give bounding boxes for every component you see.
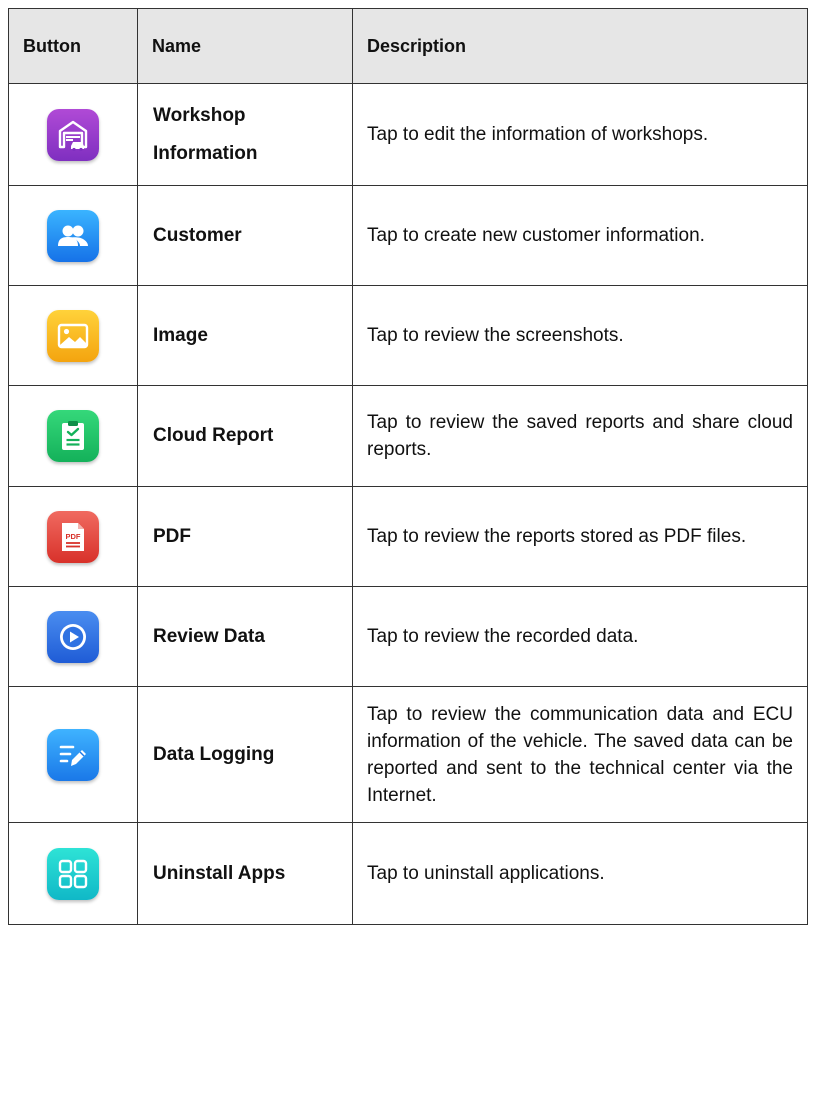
- cloud-report-icon[interactable]: [47, 410, 99, 462]
- row-description: Tap to create new customer information.: [352, 185, 808, 286]
- row-description: Tap to uninstall applications.: [352, 822, 808, 925]
- row-name: Uninstall Apps: [137, 822, 353, 925]
- row-description: Tap to review the saved reports and shar…: [352, 385, 808, 487]
- customer-icon[interactable]: [47, 209, 99, 262]
- row-name: Cloud Report: [137, 385, 353, 487]
- image-icon[interactable]: [47, 309, 99, 362]
- row-description: Tap to review the recorded data.: [352, 586, 808, 687]
- row-name-line-1: Workshop: [153, 104, 246, 126]
- table-row: Review Data Tap to review the recorded d…: [8, 586, 808, 687]
- row-name: Customer: [137, 185, 353, 286]
- row-description: Tap to review the communication data and…: [352, 686, 808, 823]
- column-header-name: Name: [137, 8, 353, 84]
- row-description: Tap to review the screenshots.: [352, 285, 808, 386]
- pdf-icon[interactable]: PDF: [47, 510, 99, 563]
- row-name: Image: [137, 285, 353, 386]
- table-row: Customer Tap to create new customer info…: [8, 185, 808, 286]
- table-header-row: Button Name Description: [8, 8, 808, 84]
- workshop-icon[interactable]: [47, 108, 99, 161]
- table-row: Uninstall Apps Tap to uninstall applicat…: [8, 822, 808, 925]
- pdf-icon-label: PDF: [66, 532, 81, 541]
- column-header-button: Button: [8, 8, 138, 84]
- row-name-line-2: Information: [153, 142, 258, 164]
- row-description: Tap to edit the information of workshops…: [352, 83, 808, 186]
- button-description-table: Button Name Description Workshop Informa…: [8, 8, 808, 925]
- row-name: Review Data: [137, 586, 353, 687]
- row-description: Tap to review the reports stored as PDF …: [352, 486, 808, 587]
- table-row: Data Logging Tap to review the communica…: [8, 686, 808, 823]
- table-row: Workshop Information Tap to edit the inf…: [8, 83, 808, 186]
- table-row: Image Tap to review the screenshots.: [8, 285, 808, 386]
- column-header-description: Description: [352, 8, 808, 84]
- uninstall-apps-icon[interactable]: [47, 847, 99, 900]
- data-logging-icon[interactable]: [47, 728, 99, 781]
- table-row: PDF PDF Tap to review the reports stored…: [8, 486, 808, 587]
- review-data-icon[interactable]: [47, 610, 99, 663]
- row-name: PDF: [137, 486, 353, 587]
- table-row: Cloud Report Tap to review the saved rep…: [8, 385, 808, 487]
- row-name: Data Logging: [137, 686, 353, 823]
